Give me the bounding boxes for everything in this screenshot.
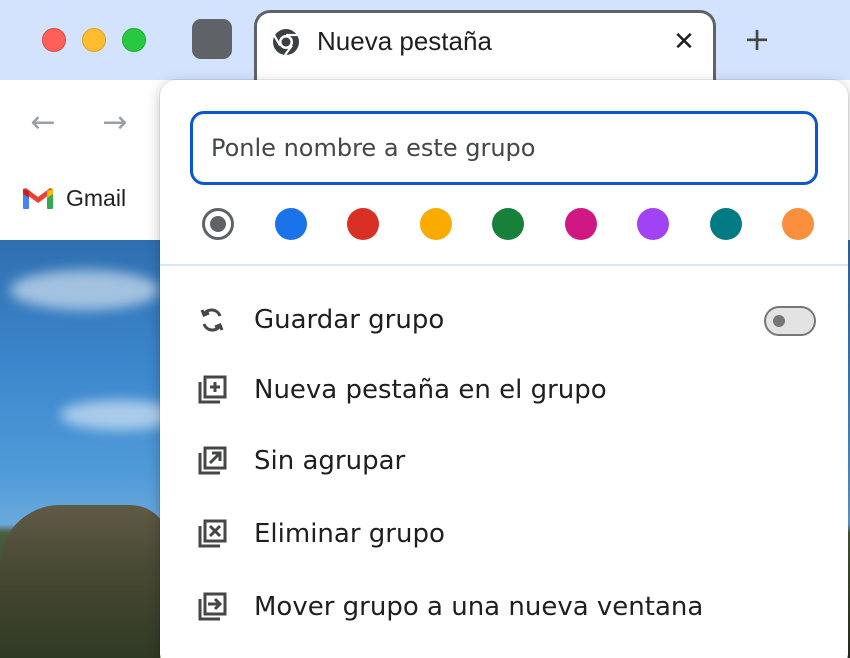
tab-title: Nueva pestaña	[317, 26, 492, 56]
landscape-hill	[0, 505, 170, 658]
bookmark-label: Gmail	[66, 184, 127, 211]
color-swatch-blue[interactable]	[275, 208, 307, 240]
move-window-icon	[198, 592, 227, 621]
color-swatch-yellow[interactable]	[420, 208, 452, 240]
color-swatch-purple[interactable]	[637, 208, 669, 240]
color-picker	[202, 204, 822, 244]
divider	[160, 264, 848, 266]
tab-nueva-pestana[interactable]: Nueva pestaña ✕	[254, 10, 716, 82]
menu-item-ungroup[interactable]: Sin agrupar	[160, 429, 848, 493]
chrome-icon	[273, 29, 299, 56]
color-swatch-red[interactable]	[347, 208, 379, 240]
gmail-icon	[23, 188, 53, 209]
menu-item-save-group[interactable]: Guardar grupo	[160, 288, 848, 352]
color-swatch-pink[interactable]	[565, 208, 597, 240]
minimize-window-button[interactable]	[82, 28, 106, 52]
tab-group-editor-popup: Guardar grupo Nueva pestaña en el grupo …	[160, 80, 848, 658]
forward-button[interactable]: →	[100, 108, 130, 138]
tab-strip: Nueva pestaña ✕ +	[0, 0, 850, 82]
menu-item-new-tab-in-group[interactable]: Nueva pestaña en el grupo	[160, 358, 848, 422]
color-swatch-orange[interactable]	[782, 208, 814, 240]
close-tab-icon[interactable]: ✕	[669, 27, 699, 57]
group-name-input[interactable]	[190, 111, 818, 185]
tab-group-chip[interactable]	[192, 19, 232, 59]
ungroup-icon	[198, 446, 227, 475]
menu-item-move-to-new-window[interactable]: Mover grupo a una nueva ventana	[160, 575, 848, 639]
back-button[interactable]: ←	[28, 108, 58, 138]
toggle-knob	[773, 315, 785, 327]
menu-item-label: Sin agrupar	[254, 446, 406, 476]
color-swatch-grey[interactable]	[202, 208, 234, 240]
color-swatch-green[interactable]	[492, 208, 524, 240]
close-window-button[interactable]	[42, 28, 66, 52]
color-swatch-cyan[interactable]	[710, 208, 742, 240]
menu-item-label: Eliminar grupo	[254, 519, 445, 549]
add-tab-icon	[198, 375, 227, 404]
menu-item-label: Guardar grupo	[254, 305, 445, 335]
new-tab-button[interactable]: +	[740, 22, 774, 56]
zoom-window-button[interactable]	[122, 28, 146, 52]
menu-item-label: Nueva pestaña en el grupo	[254, 375, 607, 405]
save-group-toggle[interactable]	[764, 306, 816, 336]
menu-item-label: Mover grupo a una nueva ventana	[254, 592, 704, 622]
menu-item-delete-group[interactable]: Eliminar grupo	[160, 502, 848, 566]
delete-group-icon	[198, 519, 227, 548]
bookmark-gmail[interactable]: Gmail	[22, 180, 126, 216]
sync-icon	[200, 308, 224, 332]
